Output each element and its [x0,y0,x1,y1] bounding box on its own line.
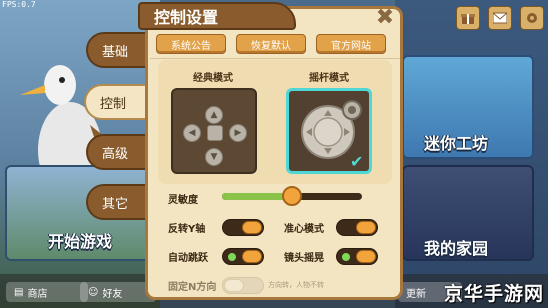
tab-advanced[interactable]: 高级 [86,134,152,170]
invert-y-toggle[interactable] [222,219,264,236]
classic-mode-label: 经典模式 [193,73,233,84]
arrow-right-icon: ▶ [229,124,247,142]
selected-check-icon: ✔ [350,152,364,171]
mini-workshop-title[interactable]: 迷你工坊 [424,130,488,154]
announcement-button[interactable]: 系统公告 [156,34,226,54]
auto-jump-label: 自动跳跃 [168,253,208,264]
gear-icon[interactable] [520,6,544,30]
camera-shake-toggle[interactable] [336,248,378,265]
update-label: 更新 [406,288,426,300]
arrow-down-icon: ▼ [205,148,223,166]
dpad-center-icon [207,125,223,141]
tab-basic-label: 基础 [102,44,129,60]
camera-shake-label: 镜头摇晃 [284,253,324,264]
sensitivity-slider-thumb[interactable] [282,186,302,206]
official-site-button[interactable]: 官方网站 [316,34,386,54]
start-game-title[interactable]: 开始游戏 [48,228,112,252]
my-home-title[interactable]: 我的家园 [424,235,488,259]
toggle-on-indicator [342,253,350,261]
invert-y-label: 反转Y轴 [168,224,206,235]
arrow-up-icon: ▲ [205,106,223,124]
shop-button[interactable]: ▤ 商店 [6,282,88,302]
shop-label: 商店 [27,288,48,300]
fixed-direction-label: 固定N方向 [168,282,217,293]
joystick-mode-label: 摇杆模式 [309,73,349,84]
tab-advanced-label: 高级 [102,146,129,162]
panel-title: 控制设置 [138,2,296,30]
shop-icon: ▤ [14,286,24,298]
friends-icon: ☺ [88,286,99,298]
close-icon[interactable]: ✖ [374,7,396,29]
sensitivity-label: 灵敏度 [168,195,198,206]
auto-jump-toggle[interactable] [222,248,264,265]
mail-icon[interactable] [488,6,512,30]
fixed-direction-toggle[interactable] [222,277,264,294]
restore-default-button[interactable]: 恢复默认 [236,34,306,54]
friends-label: 好友 [102,288,123,300]
fps-counter: FPS:0.7 [2,0,36,9]
top-right-icons [456,6,544,30]
tab-control-label: 控制 [100,96,127,112]
crosshair-label: 准心模式 [284,224,324,235]
tab-other-label: 其它 [102,196,129,212]
arrow-left-icon: ◀ [183,124,201,142]
crosshair-toggle[interactable] [336,219,378,236]
gift-icon[interactable] [456,6,480,30]
tab-other[interactable]: 其它 [86,184,152,220]
toggle-on-indicator [228,253,236,261]
fixed-direction-hint: 方向转，人物不转 [268,281,324,289]
divider [150,58,400,59]
tab-basic[interactable]: 基础 [86,32,152,68]
watermark: 京华手游网 [443,283,544,305]
